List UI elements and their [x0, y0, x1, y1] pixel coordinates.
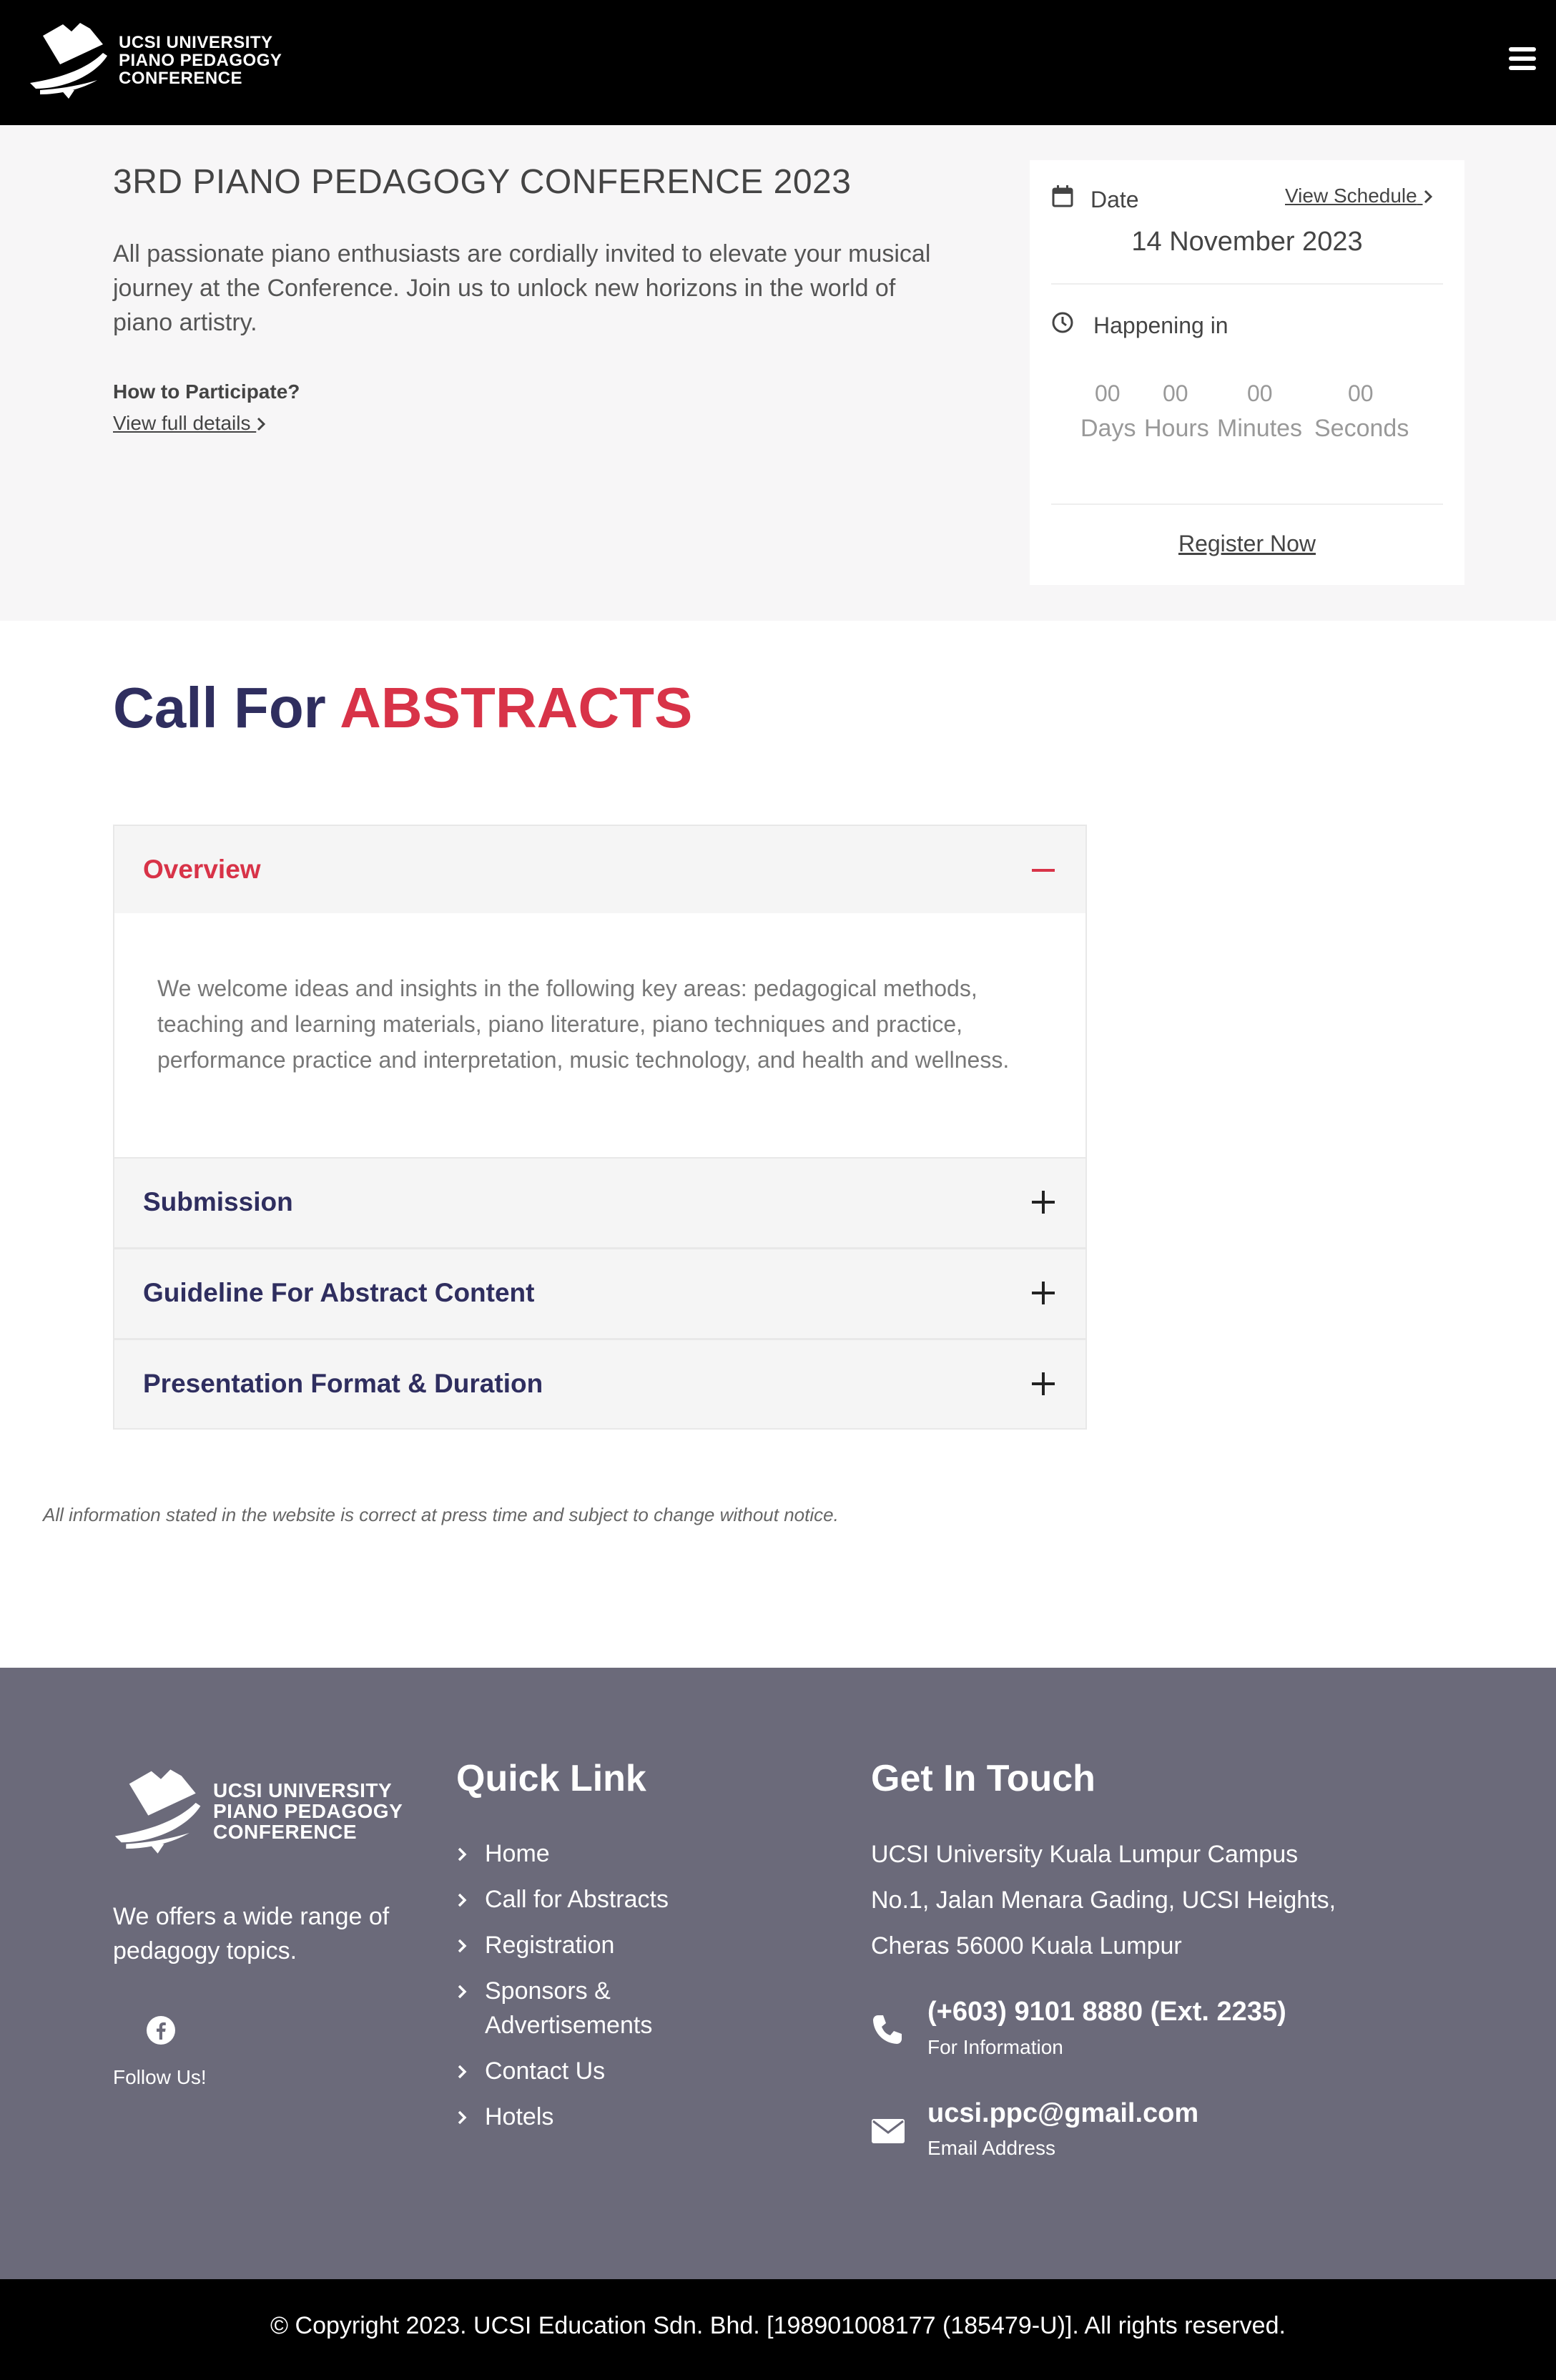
countdown-days-value: 00	[1095, 380, 1121, 406]
footer-logo[interactable]: UCSI UNIVERSITY PIANO PEDAGOGY CONFERENC…	[113, 1766, 403, 1855]
view-full-details-link[interactable]: View full details	[113, 412, 266, 435]
email-label: Email Address	[927, 2137, 1055, 2159]
footer-tagline: We offers a wide range of pedagogy topic…	[113, 1903, 390, 1965]
accordion-overview-header[interactable]: Overview	[113, 825, 1087, 915]
accordion-overview-title: Overview	[143, 855, 261, 884]
accordion-overview-body: We welcome ideas and insights in the fol…	[113, 913, 1087, 1159]
quick-link-registration[interactable]: Registration	[456, 1928, 614, 1962]
envelope-icon	[872, 2119, 905, 2143]
chevron-right-icon	[458, 1893, 467, 1907]
chevron-right-icon	[458, 1939, 467, 1953]
accordion-submission-header[interactable]: Submission	[113, 1157, 1087, 1249]
event-date: 14 November 2023	[1131, 227, 1363, 257]
countdown-days-label: Days	[1080, 415, 1136, 442]
site-logo[interactable]: UCSI UNIVERSITY PIANO PEDAGOGY CONFERENC…	[29, 20, 282, 100]
details-link-label: View full details	[113, 412, 251, 434]
chevron-right-icon	[1424, 190, 1432, 204]
get-in-touch-heading: Get In Touch	[871, 1758, 1095, 1799]
accordion-presentation-header[interactable]: Presentation Format & Duration	[113, 1339, 1087, 1430]
facebook-icon[interactable]	[146, 2015, 176, 2045]
chevron-right-icon	[458, 1985, 467, 1999]
chevron-right-icon	[257, 417, 266, 431]
view-schedule-link[interactable]: View Schedule	[1285, 185, 1433, 207]
address-line-3: Cheras 56000 Kuala Lumpur	[871, 1932, 1182, 1959]
logo-line-2: PIANO PEDAGOGY	[213, 1799, 403, 1822]
quick-link-label: Call for Abstracts	[485, 1886, 669, 1913]
address-line-1: UCSI University Kuala Lumpur Campus	[871, 1841, 1299, 1868]
divider	[1051, 283, 1443, 285]
copyright-text: © Copyright 2023. UCSI Education Sdn. Bh…	[270, 2312, 1286, 2339]
accordion-guideline-title: Guideline For Abstract Content	[143, 1278, 535, 1307]
quick-link-home[interactable]: Home	[456, 1836, 550, 1871]
heading-prefix: Call For	[113, 676, 326, 739]
countdown-seconds-label: Seconds	[1314, 415, 1409, 442]
hamburger-menu-icon[interactable]	[1509, 47, 1537, 73]
quick-link-hotels[interactable]: Hotels	[456, 2100, 553, 2134]
quick-link-contact-us[interactable]: Contact Us	[456, 2054, 605, 2088]
quick-link-call-for-abstracts[interactable]: Call for Abstracts	[456, 1882, 669, 1917]
logo-line-2: PIANO PEDAGOGY	[119, 50, 282, 70]
countdown-minutes-value: 00	[1247, 380, 1273, 406]
divider	[1051, 503, 1443, 505]
logo-line-3: CONFERENCE	[213, 1820, 358, 1843]
quick-link-label: Registration	[485, 1932, 615, 1959]
site-footer	[0, 1668, 1556, 2279]
logo-line-3: CONFERENCE	[119, 68, 243, 88]
countdown-hours-value: 00	[1163, 380, 1188, 406]
calendar-icon	[1052, 185, 1073, 207]
countdown-seconds-value: 00	[1348, 380, 1374, 406]
grand-piano-logo-icon	[30, 23, 107, 99]
logo-line-1: UCSI UNIVERSITY	[213, 1779, 393, 1801]
happening-in-label: Happening in	[1093, 313, 1228, 338]
quick-link-heading: Quick Link	[456, 1758, 646, 1799]
chevron-right-icon	[458, 2110, 467, 2125]
plus-icon	[1032, 1372, 1055, 1395]
heading-accent: ABSTRACTS	[340, 676, 693, 739]
plus-icon	[1032, 1191, 1055, 1214]
phone-number[interactable]: (+603) 9101 8880 (Ext. 2235)	[927, 1997, 1286, 2027]
quick-link-label: Home	[485, 1840, 550, 1867]
disclaimer-text: All information stated in the website is…	[43, 1504, 839, 1525]
logo-line-1: UCSI UNIVERSITY	[119, 32, 273, 52]
accordion-presentation-title: Presentation Format & Duration	[143, 1369, 543, 1398]
page-title: 3RD PIANO PEDAGOGY CONFERENCE 2023	[113, 163, 852, 201]
quick-link-label: Sponsors & Advertisements	[485, 1977, 653, 2039]
participate-label: How to Participate?	[113, 380, 300, 403]
address-line-2: No.1, Jalan Menara Gading, UCSI Heights,	[871, 1887, 1336, 1914]
event-date-card: Date View Schedule 14 November 2023 Happ…	[1030, 160, 1464, 585]
accordion-submission-title: Submission	[143, 1187, 293, 1216]
clock-icon	[1052, 312, 1073, 333]
grand-piano-logo-icon	[114, 1769, 201, 1854]
quick-link-label: Hotels	[485, 2103, 554, 2130]
chevron-right-icon	[458, 2065, 467, 2079]
minus-icon	[1032, 869, 1055, 872]
follow-us-label: Follow Us!	[113, 2066, 207, 2088]
quick-link-sponsors[interactable]: Sponsors & Advertisements	[456, 1974, 699, 2042]
call-for-abstracts-heading: Call For ABSTRACTS	[113, 675, 692, 741]
email-address[interactable]: ucsi.ppc@gmail.com	[927, 2098, 1198, 2129]
phone-label: For Information	[927, 2036, 1063, 2058]
footer-logo-text: UCSI UNIVERSITY PIANO PEDAGOGY CONFERENC…	[213, 1780, 403, 1842]
register-now-button[interactable]: Register Now	[1030, 531, 1464, 557]
schedule-link-label: View Schedule	[1285, 185, 1417, 207]
overview-text: We welcome ideas and insights in the fol…	[157, 975, 1010, 1073]
countdown-hours-label: Hours	[1144, 415, 1209, 442]
countdown-minutes-label: Minutes	[1217, 415, 1303, 442]
hero-description: All passionate piano enthusiasts are cor…	[113, 240, 931, 336]
chevron-right-icon	[458, 1847, 467, 1862]
logo-text: UCSI UNIVERSITY PIANO PEDAGOGY CONFERENC…	[119, 34, 282, 87]
quick-link-label: Contact Us	[485, 2057, 606, 2085]
plus-icon	[1032, 1282, 1055, 1304]
date-label: Date	[1090, 187, 1139, 212]
phone-icon	[873, 2015, 902, 2044]
accordion-guideline-header[interactable]: Guideline For Abstract Content	[113, 1248, 1087, 1339]
